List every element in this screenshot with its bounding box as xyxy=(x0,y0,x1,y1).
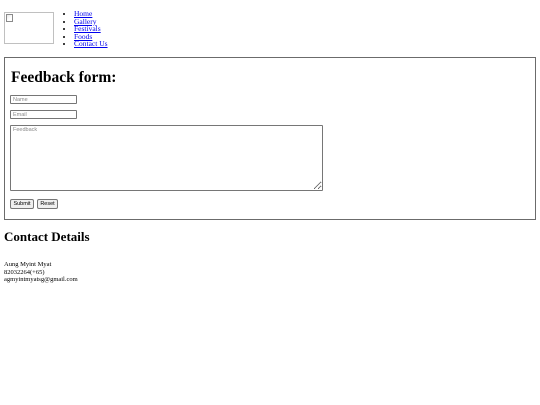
site-header: Home Gallery Festivals Foods Contact Us xyxy=(4,10,534,50)
feedback-form: Feedback form: Submit Reset xyxy=(4,57,536,220)
nav-link-contact-us[interactable]: Contact Us xyxy=(74,39,108,48)
form-title: Feedback form: xyxy=(11,69,117,86)
contact-details-title: Contact Details xyxy=(4,229,90,244)
contact-details: Aung Myint Myat 82032264(+65) agmyintmya… xyxy=(4,261,78,284)
feedback-textarea[interactable] xyxy=(10,125,323,191)
name-input[interactable] xyxy=(10,95,77,104)
submit-button[interactable]: Submit xyxy=(10,199,34,209)
nav-item-contact-us: Contact Us xyxy=(74,40,108,48)
contact-name: Aung Myint Myat xyxy=(4,261,52,268)
logo-image xyxy=(4,12,54,44)
main-nav: Home Gallery Festivals Foods Contact Us xyxy=(64,10,108,48)
broken-image-icon xyxy=(6,14,13,22)
reset-button[interactable]: Reset xyxy=(37,199,58,209)
contact-phone: 82032264(+65) xyxy=(4,268,45,276)
email-input[interactable] xyxy=(10,110,77,119)
contact-email: agmyintmyatsg@gmail.com xyxy=(4,276,78,284)
